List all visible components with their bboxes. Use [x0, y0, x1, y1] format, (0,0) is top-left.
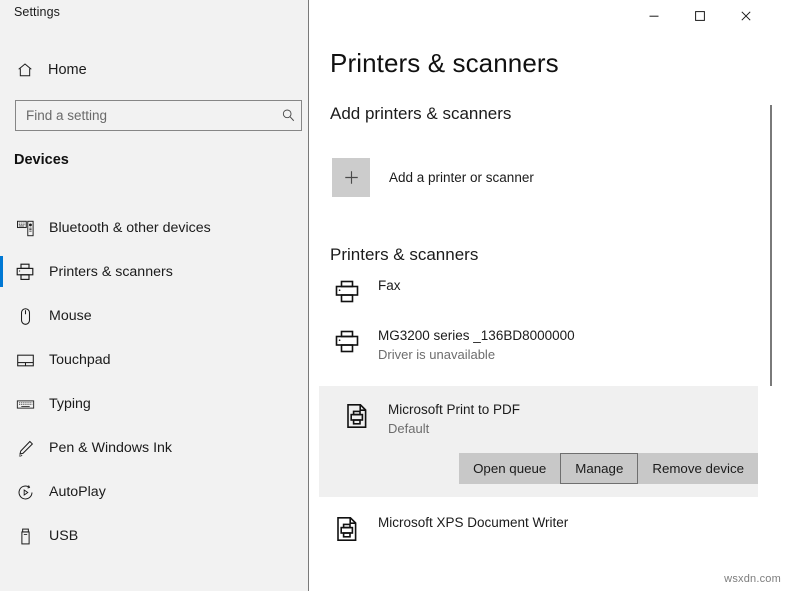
search-icon	[275, 108, 301, 123]
sidebar-item-usb[interactable]: USB	[0, 514, 309, 558]
manage-button[interactable]: Manage	[560, 453, 638, 484]
printer-name: MG3200 series _136BD8000000	[378, 327, 575, 344]
list-item[interactable]: Microsoft XPS Document Writer	[309, 511, 791, 559]
close-icon[interactable]	[723, 0, 769, 32]
app-title: Settings	[14, 5, 60, 19]
sidebar-item-label: USB	[49, 528, 78, 544]
bluetooth-devices-icon	[14, 217, 36, 239]
search-box[interactable]	[15, 100, 302, 131]
print-to-file-icon	[332, 514, 362, 544]
plus-icon[interactable]	[332, 158, 370, 197]
list-item[interactable]: MG3200 series _136BD8000000 Driver is un…	[309, 324, 791, 386]
sidebar-item-mouse[interactable]: Mouse	[0, 294, 309, 338]
printer-icon	[332, 327, 362, 357]
printers-section-heading: Printers & scanners	[330, 245, 478, 265]
sidebar-item-label: Pen & Windows Ink	[49, 440, 172, 456]
watermark: wsxdn.com	[724, 573, 781, 585]
sidebar-item-label: Mouse	[49, 308, 92, 324]
list-item[interactable]: Fax	[309, 274, 791, 324]
maximize-icon[interactable]	[677, 0, 723, 32]
content-area: Printers & scanners Add printers & scann…	[309, 0, 791, 591]
add-printer-or-scanner-label: Add a printer or scanner	[389, 170, 534, 185]
printer-icon	[332, 277, 362, 307]
printer-icon	[14, 261, 36, 283]
print-to-file-icon	[342, 401, 372, 431]
pen-icon	[14, 437, 36, 459]
add-section-heading: Add printers & scanners	[330, 104, 511, 124]
list-item-selected[interactable]: Microsoft Print to PDF Default Open queu…	[319, 386, 758, 497]
sidebar-item-autoplay[interactable]: AutoPlay	[0, 470, 309, 514]
list-item-text: Microsoft XPS Document Writer	[378, 511, 568, 531]
printer-name: Microsoft Print to PDF	[388, 401, 520, 418]
list-item-text: Fax	[378, 274, 401, 294]
keyboard-icon	[14, 393, 36, 415]
sidebar-item-label: Bluetooth & other devices	[49, 220, 211, 236]
action-band: Open queue Manage Remove device	[459, 453, 758, 484]
printer-status: Driver is unavailable	[378, 346, 575, 363]
printer-status: Default	[388, 420, 520, 437]
touchpad-icon	[14, 349, 36, 371]
sidebar-item-touchpad[interactable]: Touchpad	[0, 338, 309, 382]
list-item-text: MG3200 series _136BD8000000 Driver is un…	[378, 324, 575, 363]
content-scrollbar[interactable]	[770, 105, 772, 386]
sidebar-item-label: Typing	[49, 396, 91, 412]
window-controls	[631, 0, 791, 32]
mouse-icon	[14, 305, 36, 327]
open-queue-button[interactable]: Open queue	[459, 453, 560, 484]
sidebar: Settings Home Devices	[0, 0, 309, 591]
page-title: Printers & scanners	[330, 48, 559, 79]
autoplay-icon	[14, 481, 36, 503]
sidebar-item-label: Touchpad	[49, 352, 111, 368]
usb-icon	[14, 525, 36, 547]
search-input[interactable]	[16, 101, 275, 130]
sidebar-section-title: Devices	[14, 152, 69, 168]
settings-window: Settings Home Devices	[0, 0, 791, 591]
add-printer-or-scanner-button[interactable]: Add a printer or scanner	[332, 158, 534, 197]
printer-name: Fax	[378, 277, 401, 294]
sidebar-item-home[interactable]: Home	[0, 54, 309, 86]
printer-actions: Open queue Manage Remove device	[342, 453, 758, 497]
sidebar-item-label: AutoPlay	[49, 484, 106, 500]
printer-list: Fax MG3200 series _136BD8000000 Driver i…	[309, 274, 791, 559]
remove-device-button[interactable]: Remove device	[638, 453, 758, 484]
minimize-icon[interactable]	[631, 0, 677, 32]
sidebar-item-label: Printers & scanners	[49, 264, 173, 280]
home-icon	[14, 59, 36, 81]
printer-name: Microsoft XPS Document Writer	[378, 514, 568, 531]
sidebar-item-bluetooth-other-devices[interactable]: Bluetooth & other devices	[0, 206, 309, 250]
list-item-text: Microsoft Print to PDF Default	[388, 398, 520, 437]
sidebar-item-home-label: Home	[48, 62, 87, 78]
sidebar-item-typing[interactable]: Typing	[0, 382, 309, 426]
sidebar-item-printers-scanners[interactable]: Printers & scanners	[0, 250, 309, 294]
sidebar-nav-list: Bluetooth & other devices Printers & sca…	[0, 206, 309, 558]
sidebar-item-pen-windows-ink[interactable]: Pen & Windows Ink	[0, 426, 309, 470]
